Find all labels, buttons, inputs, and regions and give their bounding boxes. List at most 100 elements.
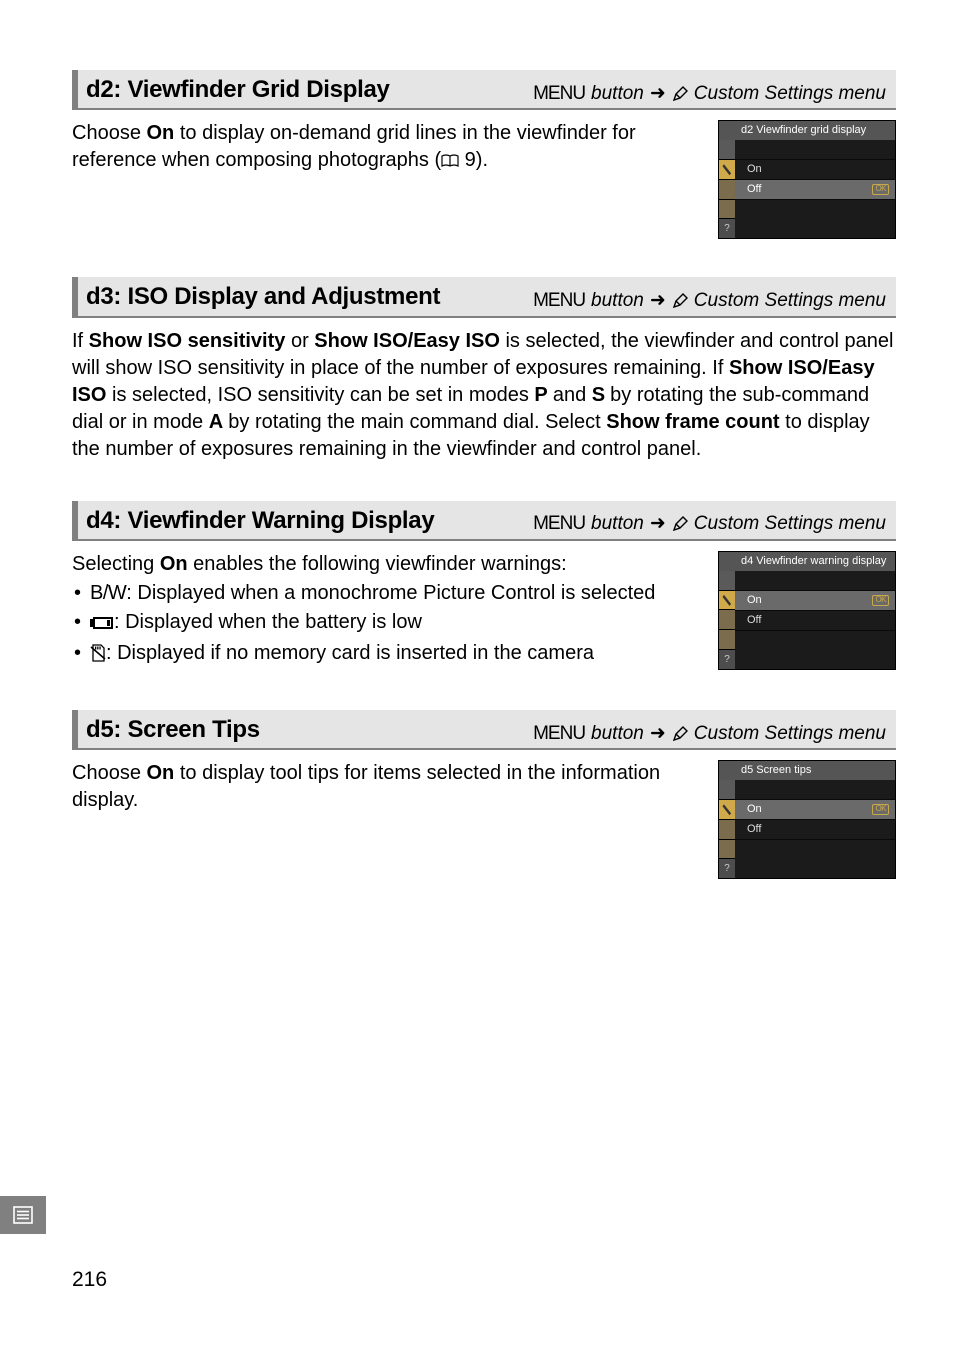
section-body-d4: Selecting On enables the following viewf… xyxy=(72,551,896,672)
list-item xyxy=(735,780,895,800)
text: is selected, ISO sensitivity can be set … xyxy=(106,384,534,406)
option-off: Off xyxy=(747,182,761,197)
ok-icon: OK xyxy=(872,595,889,606)
screenshot-title: d5 Screen tips xyxy=(719,761,895,780)
option-off: Off xyxy=(747,822,761,837)
tab xyxy=(719,200,735,220)
section-title: d2: Viewfinder Grid Display xyxy=(86,74,390,106)
pencil-icon xyxy=(672,516,688,532)
breadcrumb-target: Custom Settings menu xyxy=(694,721,886,747)
section-heading-d5: d5: Screen Tips MENU button ➜ Custom Set… xyxy=(72,710,896,750)
option-on: On xyxy=(147,762,175,784)
screenshot-title: d2 Viewfinder grid display xyxy=(719,121,895,140)
tab xyxy=(719,571,735,591)
option-name: Show ISO sensitivity xyxy=(89,330,286,352)
screenshot-sidebar: ? xyxy=(719,140,735,238)
ok-icon: OK xyxy=(872,184,889,195)
ok-icon: OK xyxy=(872,804,889,815)
screenshot-list: On OK Off xyxy=(735,780,895,878)
text: : Displayed when a monochrome Picture Co… xyxy=(126,582,655,604)
arrow-right-icon: ➜ xyxy=(650,288,666,314)
page-ref-icon xyxy=(441,149,459,176)
breadcrumb-target: Custom Settings menu xyxy=(694,511,886,537)
mode-s: S xyxy=(592,384,605,406)
screenshot-list: On OK Off xyxy=(735,571,895,669)
button-word: button xyxy=(591,511,644,537)
arrow-right-icon: ➜ xyxy=(650,721,666,747)
menu-label: MENU xyxy=(533,511,585,537)
tab xyxy=(719,780,735,800)
section-breadcrumb: MENU button ➜ Custom Settings menu xyxy=(533,511,886,537)
button-word: button xyxy=(591,81,644,107)
list-item: On xyxy=(735,160,895,180)
text: Choose xyxy=(72,122,147,144)
body-text: Choose On to display on-demand grid line… xyxy=(72,120,704,239)
bw-icon: B/W xyxy=(90,582,126,604)
screenshot-d4: d4 Viewfinder warning display ? On OK Off xyxy=(718,551,896,672)
section-breadcrumb: MENU button ➜ Custom Settings menu xyxy=(533,81,886,107)
tab-pencil-icon xyxy=(719,591,735,611)
list-item-selected: On OK xyxy=(735,800,895,820)
section-heading-d3: d3: ISO Display and Adjustment MENU butt… xyxy=(72,277,896,317)
section-heading-d4: d4: Viewfinder Warning Display MENU butt… xyxy=(72,501,896,541)
body-text: If Show ISO sensitivity or Show ISO/Easy… xyxy=(72,328,896,463)
option-on: On xyxy=(147,122,175,144)
tab-pencil-icon xyxy=(719,800,735,820)
option-on: On xyxy=(747,593,762,608)
text: 9). xyxy=(459,149,488,171)
body-text: Selecting On enables the following viewf… xyxy=(72,551,704,672)
list-filler xyxy=(735,840,895,878)
section-heading-d2: d2: Viewfinder Grid Display MENU button … xyxy=(72,70,896,110)
footer-section-tab xyxy=(0,1196,46,1234)
tab-pencil-icon xyxy=(719,160,735,180)
screenshot-title: d4 Viewfinder warning display xyxy=(719,552,895,571)
section-body-d3: If Show ISO sensitivity or Show ISO/Easy… xyxy=(72,328,896,463)
list-item-selected: On OK xyxy=(735,591,895,611)
list-item: : Displayed if no memory card is inserte… xyxy=(72,640,704,670)
arrow-right-icon: ➜ xyxy=(650,81,666,107)
screenshot-sidebar: ? xyxy=(719,571,735,669)
no-card-icon xyxy=(90,643,106,670)
section-title: d5: Screen Tips xyxy=(86,714,260,746)
tab-help-icon: ? xyxy=(719,219,735,238)
text: : Displayed when the battery is low xyxy=(114,611,422,633)
option-on: On xyxy=(747,162,762,177)
body-text: Choose On to display tool tips for items… xyxy=(72,760,704,879)
screenshot-list: On Off OK xyxy=(735,140,895,238)
tab-help-icon: ? xyxy=(719,650,735,669)
breadcrumb-target: Custom Settings menu xyxy=(694,81,886,107)
option-on: On xyxy=(747,802,762,817)
tab xyxy=(719,610,735,630)
option-on: On xyxy=(160,553,188,575)
option-name: Show frame count xyxy=(606,411,779,433)
list-item: : Displayed when the battery is low xyxy=(72,609,704,638)
tab xyxy=(719,180,735,200)
list-item xyxy=(735,571,895,591)
section-body-d2: Choose On to display on-demand grid line… xyxy=(72,120,896,239)
text: or xyxy=(285,330,314,352)
section-title: d3: ISO Display and Adjustment xyxy=(86,281,440,313)
list-item: Off xyxy=(735,820,895,840)
text: by rotating the main command dial. Selec… xyxy=(223,411,607,433)
list-item: Off xyxy=(735,611,895,631)
menu-list-icon xyxy=(13,1206,33,1224)
list-item xyxy=(735,140,895,160)
pencil-icon xyxy=(672,726,688,742)
section-title: d4: Viewfinder Warning Display xyxy=(86,505,434,537)
mode-p: P xyxy=(534,384,547,406)
breadcrumb-target: Custom Settings menu xyxy=(694,288,886,314)
pencil-icon xyxy=(672,293,688,309)
tab xyxy=(719,630,735,650)
button-word: button xyxy=(591,288,644,314)
text: : Displayed if no memory card is inserte… xyxy=(106,642,594,664)
text: and xyxy=(547,384,591,406)
tab xyxy=(719,840,735,860)
section-body-d5: Choose On to display tool tips for items… xyxy=(72,760,896,879)
text: Selecting xyxy=(72,553,160,575)
battery-low-icon xyxy=(90,611,114,638)
list-filler xyxy=(735,631,895,669)
pencil-icon xyxy=(672,86,688,102)
section-breadcrumb: MENU button ➜ Custom Settings menu xyxy=(533,721,886,747)
screenshot-d2: d2 Viewfinder grid display ? On Off OK xyxy=(718,120,896,239)
tab-help-icon: ? xyxy=(719,859,735,878)
